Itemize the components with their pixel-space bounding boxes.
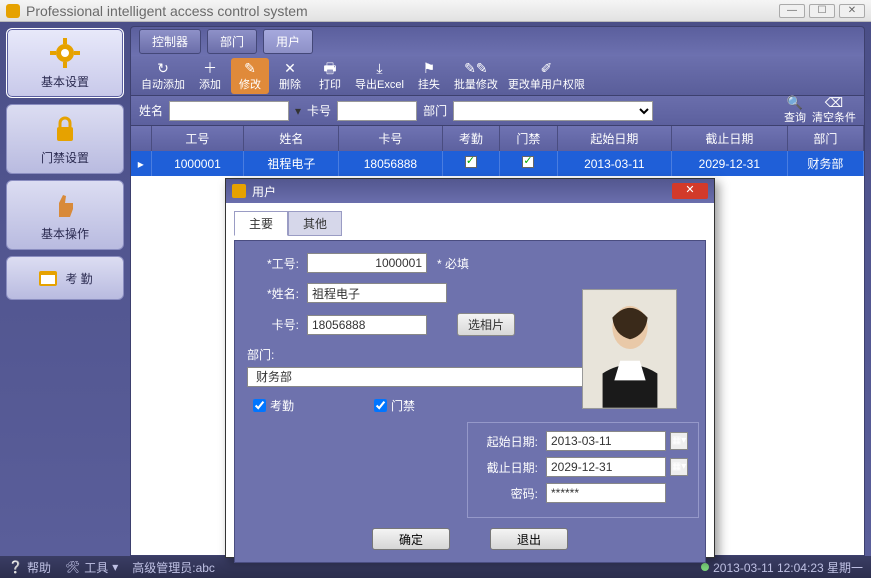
- dialog-titlebar: 用户 ✕: [226, 179, 714, 203]
- name-input[interactable]: [307, 283, 447, 303]
- dialog-tabs: 主要 其他: [234, 211, 706, 236]
- start-label: 起始日期:: [478, 433, 538, 450]
- id-label: *工号:: [247, 255, 299, 272]
- card-input[interactable]: [307, 315, 427, 335]
- end-date-input[interactable]: [546, 457, 666, 477]
- dialog-close-button[interactable]: ✕: [672, 183, 708, 199]
- id-input[interactable]: [307, 253, 427, 273]
- pwd-label: 密码:: [478, 485, 538, 502]
- dialog-cancel-button[interactable]: 退出: [490, 528, 568, 550]
- photo-preview: [582, 289, 677, 409]
- dept-label: 部门:: [247, 346, 274, 363]
- attendance-checkbox[interactable]: 考勤: [253, 397, 294, 414]
- access-subpanel: 起始日期: ▦▾ 截止日期: ▦▾ 密码:: [467, 422, 699, 518]
- access-checkbox[interactable]: 门禁: [374, 397, 415, 414]
- calendar-icon[interactable]: ▦▾: [670, 458, 688, 476]
- dialog-tab-main[interactable]: 主要: [234, 211, 288, 236]
- dialog-overlay: 用户 ✕ 主要 其他 *工号: * 必填 *姓名: 卡号:: [0, 0, 871, 578]
- name-label: *姓名:: [247, 285, 299, 302]
- password-input[interactable]: [546, 483, 666, 503]
- start-date-input[interactable]: [546, 431, 666, 451]
- dialog-title: 用户: [252, 183, 276, 200]
- dialog-tab-other[interactable]: 其他: [288, 211, 342, 236]
- dept-select[interactable]: 财务部: [247, 367, 607, 387]
- required-hint: * 必填: [437, 255, 469, 272]
- dialog-ok-button[interactable]: 确定: [372, 528, 450, 550]
- end-label: 截止日期:: [478, 459, 538, 476]
- calendar-icon[interactable]: ▦▾: [670, 432, 688, 450]
- card-label: 卡号:: [247, 316, 299, 333]
- photo-button[interactable]: 选相片: [457, 313, 515, 336]
- user-icon: [232, 184, 246, 198]
- user-dialog: 用户 ✕ 主要 其他 *工号: * 必填 *姓名: 卡号:: [225, 178, 715, 558]
